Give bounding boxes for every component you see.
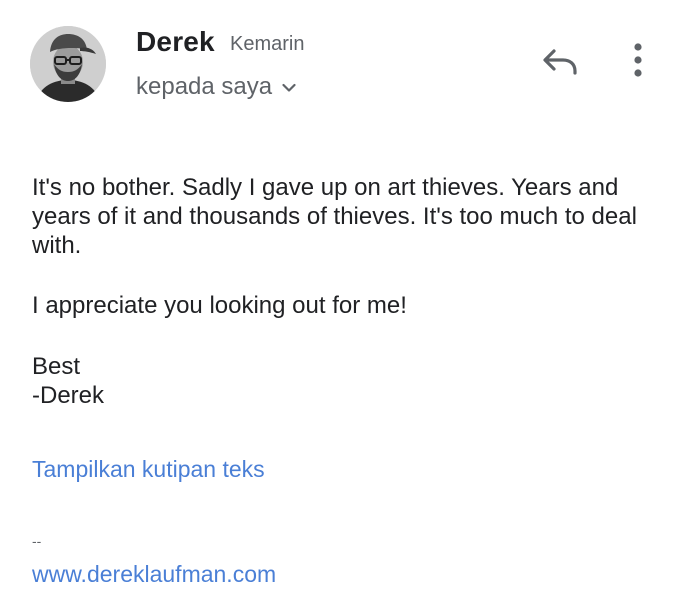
- message-header: Derek Kemarin kepada saya: [0, 0, 680, 120]
- recipient-label: kepada saya: [136, 73, 273, 100]
- chevron-down-icon: [282, 80, 296, 98]
- avatar-photo: [30, 26, 106, 102]
- message-closing: Best: [32, 353, 81, 380]
- show-quoted-text-link[interactable]: Tampilkan kutipan teks: [32, 456, 265, 483]
- reply-button[interactable]: [538, 44, 582, 84]
- message-paragraph: It's no bother. Sadly I gave up on art t…: [32, 174, 637, 259]
- message-signoff: -Derek: [32, 382, 105, 409]
- signature-website-link[interactable]: www.dereklaufman.com: [32, 561, 276, 588]
- signature-separator: --: [32, 533, 42, 549]
- more-vert-icon: [633, 42, 643, 83]
- sender-name: Derek: [136, 26, 215, 57]
- more-options-button[interactable]: [620, 40, 656, 84]
- sent-time: Kemarin: [230, 33, 305, 55]
- message-paragraph: I appreciate you looking out for me!: [32, 292, 407, 319]
- sender-avatar[interactable]: [30, 26, 106, 102]
- reply-icon: [541, 47, 579, 82]
- recipient-details-toggle[interactable]: kepada saya: [136, 72, 296, 102]
